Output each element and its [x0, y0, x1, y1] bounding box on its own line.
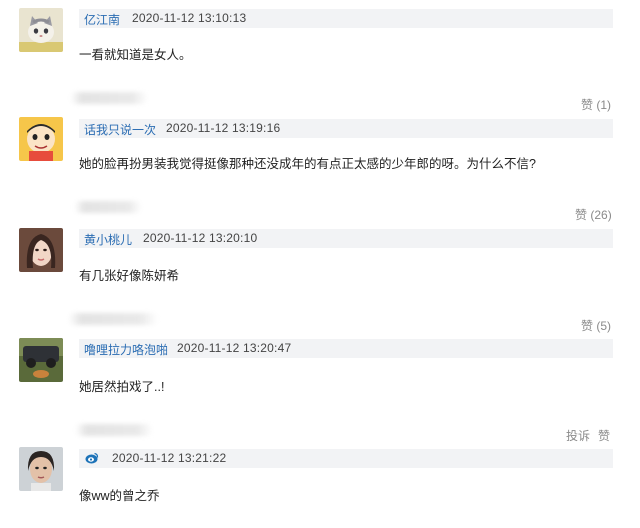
comment-text: 有几张好像陈妍希 [79, 269, 180, 283]
cat-avatar[interactable] [19, 8, 63, 52]
comment-meta-bar: 黄小桃儿 2020-11-12 13:20:10 [79, 229, 613, 248]
report-button[interactable]: 投诉 [566, 427, 590, 444]
woman-avatar[interactable] [19, 447, 63, 491]
comment-text: 像ww的曾之乔 [79, 489, 160, 503]
like-button[interactable]: 赞 (1) [581, 96, 611, 113]
comment-timestamp: 2020-11-12 13:20:47 [177, 341, 292, 355]
comment-timestamp: 2020-11-12 13:20:10 [143, 231, 258, 245]
like-button[interactable]: 赞 (26) [575, 206, 612, 223]
cartoon-avatar[interactable] [19, 117, 63, 161]
blurred-reply-line [75, 424, 153, 436]
comment-text: 她居然拍戏了..! [79, 380, 165, 394]
like-count: (1) [596, 98, 612, 112]
username-link[interactable]: 噜哩拉力咯泡啪 [84, 341, 168, 358]
like-label: 赞 [581, 98, 594, 112]
like-button[interactable]: 赞 (5) [581, 317, 611, 334]
comment-meta-bar: 噜哩拉力咯泡啪 2020-11-12 13:20:47 [79, 339, 613, 358]
comment-meta-bar: 话我只说一次 2020-11-12 13:19:16 [79, 119, 613, 138]
comment-text: 一看就知道是女人。 [79, 48, 192, 62]
username-link[interactable]: 亿江南 [84, 11, 120, 28]
username-link[interactable]: 话我只说一次 [84, 121, 156, 138]
blurred-reply-line [68, 313, 158, 325]
like-button[interactable]: 赞 [598, 427, 610, 444]
weibo-logo-icon [85, 452, 99, 464]
girl-avatar[interactable] [19, 228, 63, 272]
comment-timestamp: 2020-11-12 13:21:22 [112, 451, 227, 465]
like-count: (5) [596, 319, 612, 333]
comment-timestamp: 2020-11-12 13:10:13 [132, 11, 247, 25]
comment-text: 她的脸再扮男装我觉得挺像那种还没成年的有点正太感的少年郎的呀。为什么不信? [79, 157, 536, 171]
comment-meta-bar: 2020-11-12 13:21:22 [79, 449, 613, 468]
comment-timestamp: 2020-11-12 13:19:16 [166, 121, 281, 135]
like-count: (26) [590, 208, 612, 222]
blurred-reply-line [74, 201, 142, 213]
car-avatar[interactable] [19, 338, 63, 382]
like-label: 赞 [575, 208, 588, 222]
blurred-reply-line [70, 92, 148, 104]
comment-meta-bar: 亿江南 2020-11-12 13:10:13 [79, 9, 613, 28]
like-label: 赞 [581, 319, 594, 333]
username-link[interactable]: 黄小桃儿 [84, 231, 132, 248]
